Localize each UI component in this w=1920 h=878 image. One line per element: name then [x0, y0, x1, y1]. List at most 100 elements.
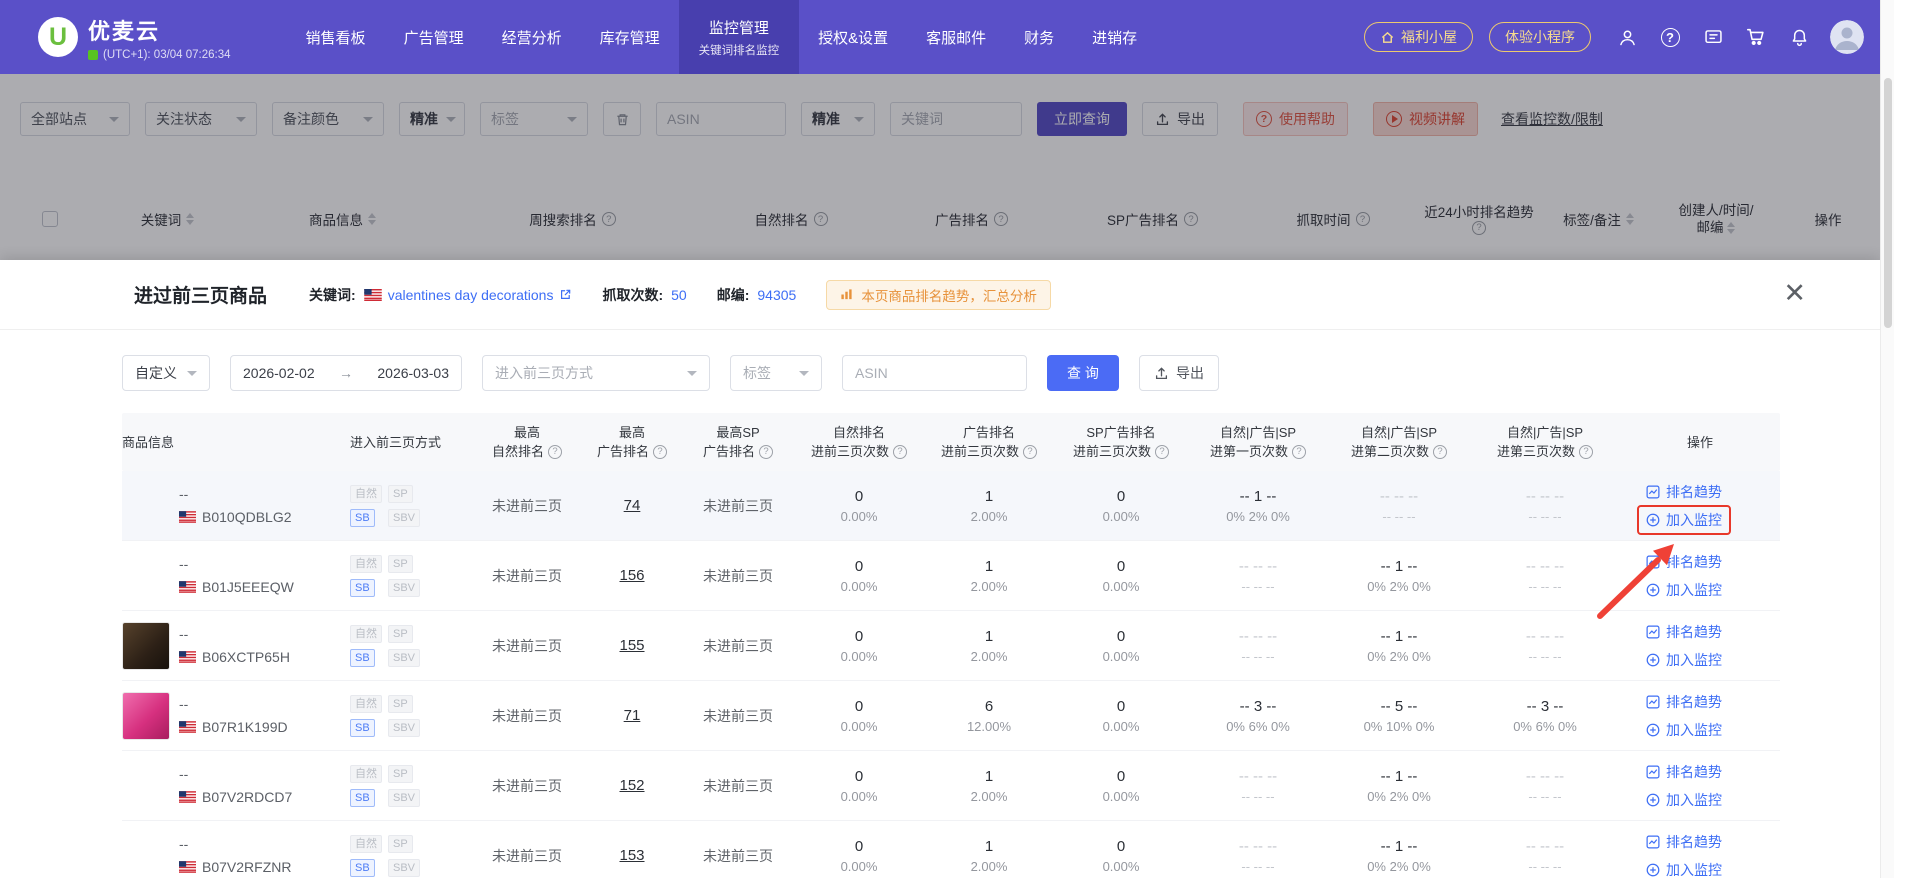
- entry-mode-select[interactable]: 进入前三页方式: [482, 355, 710, 391]
- rank-trend-link[interactable]: 排名趋势: [1646, 832, 1722, 852]
- ad-top3-count-cell: 1 2.00%: [970, 837, 1008, 874]
- product-asin[interactable]: B07V2RDCD7: [202, 789, 292, 805]
- us-flag-icon: [179, 791, 196, 803]
- add-monitor-link[interactable]: 加入监控: [1637, 504, 1731, 535]
- date-range-picker[interactable]: 2026-02-02 → 2026-03-03: [230, 355, 462, 391]
- rank-trend-link[interactable]: 排名趋势: [1646, 692, 1722, 712]
- info-icon[interactable]: ?: [548, 444, 562, 459]
- date-end: 2026-03-03: [377, 365, 449, 381]
- natural-top3-count-cell: 0 0.00%: [840, 627, 878, 664]
- col-best-natural-rank: 最高 自然排名?: [472, 413, 582, 471]
- best-natural-rank-cell: 未进前三页: [492, 497, 562, 514]
- info-icon[interactable]: ?: [759, 444, 773, 459]
- page3-count-cell: -- -- -- -- -- --: [1525, 487, 1565, 524]
- product-thumbnail[interactable]: [122, 552, 170, 600]
- info-icon[interactable]: ?: [1292, 444, 1306, 459]
- best-ad-rank-value[interactable]: 152: [619, 777, 644, 794]
- welfare-house-button[interactable]: 福利小屋: [1364, 22, 1473, 52]
- nav-item-auth-settings[interactable]: 授权&设置: [799, 0, 907, 74]
- scrollbar-thumb[interactable]: [1884, 78, 1892, 328]
- zip-label: 邮编:: [716, 286, 750, 303]
- product-asin[interactable]: B01J5EEEQW: [202, 579, 294, 595]
- entry-badge-sb: SB: [350, 788, 375, 807]
- page3-count-cell: -- -- -- -- -- --: [1525, 837, 1565, 874]
- modal-close-button[interactable]: ✕: [1783, 280, 1806, 307]
- nav-item-purchase-sales-stock[interactable]: 进销存: [1073, 0, 1156, 74]
- entry-badge-自然: 自然: [350, 694, 382, 713]
- miniapp-button[interactable]: 体验小程序: [1489, 22, 1591, 52]
- nav-item-customer-email[interactable]: 客服邮件: [907, 0, 1005, 74]
- product-thumbnail[interactable]: [122, 482, 170, 530]
- info-icon[interactable]: ?: [653, 444, 667, 459]
- nav-item-finance[interactable]: 财务: [1005, 0, 1073, 74]
- range-type-select[interactable]: 自定义: [122, 355, 210, 391]
- ad-top3-count-cell: 6 12.00%: [966, 697, 1012, 734]
- product-row: -- B07V2RFZNR 自然 SP SB SBV 未进前三页 153 未进前三页 …: [122, 821, 1780, 878]
- rank-trend-link[interactable]: 排名趋势: [1646, 622, 1722, 642]
- best-ad-rank-value[interactable]: 156: [619, 567, 644, 584]
- add-monitor-link[interactable]: 加入监控: [1646, 580, 1722, 600]
- nav-item-ad-management[interactable]: 广告管理: [385, 0, 483, 74]
- logo[interactable]: U 优麦云 (UTC+1): 03/04 07:26:34: [38, 14, 231, 61]
- nav-item-sales-dashboard[interactable]: 销售看板: [287, 0, 385, 74]
- help-icon[interactable]: ?: [1658, 25, 1682, 49]
- product-thumbnail[interactable]: [122, 621, 170, 670]
- keyword-link[interactable]: valentines day decorations: [363, 287, 573, 303]
- rank-trend-link[interactable]: 排名趋势: [1646, 482, 1722, 502]
- notification-bell-icon[interactable]: [1787, 25, 1811, 49]
- best-natural-rank-cell: 未进前三页: [492, 777, 562, 794]
- product-info-cell: -- B07V2RFZNR: [122, 821, 350, 878]
- product-asin[interactable]: B06XCTP65H: [202, 649, 290, 665]
- best-ad-rank-value[interactable]: 74: [624, 497, 641, 514]
- best-ad-rank-value[interactable]: 71: [624, 707, 641, 724]
- add-monitor-link[interactable]: 加入监控: [1646, 650, 1722, 670]
- best-ad-rank-value[interactable]: 155: [619, 637, 644, 654]
- info-icon[interactable]: ?: [1023, 444, 1037, 459]
- info-icon[interactable]: ?: [1579, 444, 1593, 459]
- product-asin[interactable]: B07R1K199D: [202, 719, 288, 735]
- zip-value[interactable]: 94305: [757, 287, 796, 303]
- col-ad-top3-count: 广告排名 进前三页次数?: [924, 413, 1054, 471]
- modal-tag-select[interactable]: 标签: [730, 355, 822, 391]
- nav-subitem-keyword-rank-monitor: 关键词排名监控: [698, 44, 780, 57]
- info-icon[interactable]: ?: [1433, 444, 1447, 459]
- nav-item-inventory-management[interactable]: 库存管理: [581, 0, 679, 74]
- cart-icon[interactable]: [1744, 25, 1768, 49]
- page3-count-cell: -- -- -- -- -- --: [1525, 557, 1565, 594]
- nav-item-business-analysis[interactable]: 经营分析: [483, 0, 581, 74]
- sp-top3-count-cell: 0 0.00%: [1102, 767, 1140, 804]
- product-asin[interactable]: B010QDBLG2: [202, 509, 292, 525]
- add-monitor-link[interactable]: 加入监控: [1646, 720, 1722, 740]
- modal-query-button[interactable]: 查 询: [1047, 355, 1119, 391]
- nav-item-monitoring-management[interactable]: 监控管理 关键词排名监控: [678, 0, 800, 74]
- feedback-icon[interactable]: [1701, 25, 1725, 49]
- info-icon[interactable]: ?: [1155, 444, 1169, 459]
- col-product-info: 商品信息: [122, 434, 175, 450]
- product-row: -- B06XCTP65H 自然 SP SB SBV 未进前三页 155 未进前三页 …: [122, 611, 1780, 681]
- page2-count-cell: -- 1 -- 0% 2% 0%: [1367, 837, 1431, 874]
- add-monitor-link[interactable]: 加入监控: [1646, 790, 1722, 810]
- best-ad-rank-value[interactable]: 153: [619, 847, 644, 864]
- rank-trend-link[interactable]: 排名趋势: [1646, 552, 1722, 572]
- product-thumbnail[interactable]: [122, 691, 170, 740]
- customer-service-icon[interactable]: [1615, 25, 1639, 49]
- modal-header: 进过前三页商品 关键词: valentines day decorations …: [0, 260, 1880, 330]
- rank-trend-link[interactable]: 排名趋势: [1646, 762, 1722, 782]
- product-thumbnail[interactable]: [122, 762, 170, 810]
- info-icon[interactable]: ?: [893, 444, 907, 459]
- user-avatar[interactable]: [1830, 20, 1864, 54]
- utc-flag-icon: [88, 49, 98, 60]
- trend-chart-icon: [1646, 625, 1660, 638]
- best-ad-rank-cell: 153: [582, 821, 682, 878]
- add-monitor-link[interactable]: 加入监控: [1646, 860, 1722, 878]
- sp-top3-count-cell: 0 0.00%: [1102, 557, 1140, 594]
- modal-export-button[interactable]: 导出: [1139, 355, 1219, 391]
- page-scrollbar[interactable]: [1880, 0, 1894, 878]
- product-asin[interactable]: B07V2RFZNR: [202, 859, 291, 875]
- product-thumbnail[interactable]: [122, 832, 170, 878]
- summary-analysis-button[interactable]: 本页商品排名趋势，汇总分析: [826, 279, 1051, 310]
- entry-mode-cell: 自然 SP SB SBV: [350, 611, 472, 680]
- modal-asin-input[interactable]: [842, 355, 1027, 391]
- modal-backdrop[interactable]: [0, 74, 1880, 260]
- crawl-count-value[interactable]: 50: [671, 287, 687, 303]
